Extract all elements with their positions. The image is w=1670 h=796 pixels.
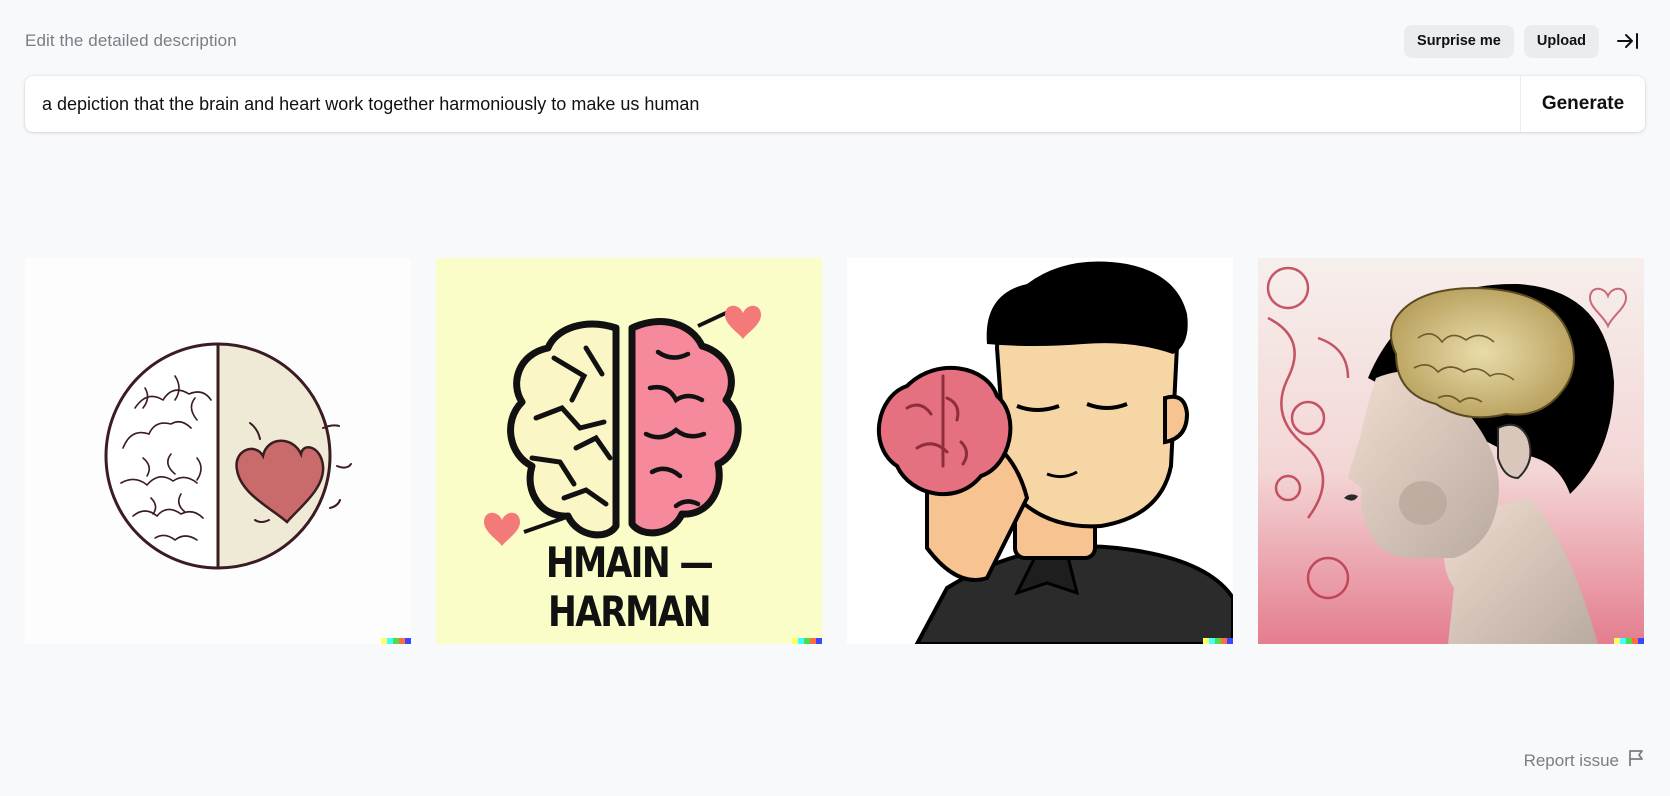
man-holding-brain-illustration xyxy=(847,258,1233,644)
prompt-bar: Generate xyxy=(25,76,1645,132)
signature-strip xyxy=(792,638,822,644)
signature-strip xyxy=(381,638,411,644)
signature-strip xyxy=(1203,638,1233,644)
prompt-input[interactable] xyxy=(25,76,1520,132)
woman-golden-brain-illustration xyxy=(1258,258,1644,644)
result-image-1[interactable] xyxy=(25,258,411,644)
result-image-3[interactable] xyxy=(847,258,1233,644)
poster-caption: HMAIN — HARMAN xyxy=(545,538,714,636)
flag-icon xyxy=(1627,749,1645,772)
page-title: Edit the detailed description xyxy=(25,31,237,50)
signature-strip xyxy=(1614,638,1644,644)
brain-heart-circle-illustration xyxy=(25,258,411,644)
report-issue-link[interactable]: Report issue xyxy=(1524,749,1645,772)
result-image-2[interactable]: HMAIN — HARMAN xyxy=(436,258,822,644)
upload-button[interactable]: Upload xyxy=(1523,24,1599,58)
results-grid: HMAIN — HARMAN xyxy=(25,258,1645,644)
generate-button[interactable]: Generate xyxy=(1520,76,1645,132)
header-actions: Surprise me Upload xyxy=(1404,24,1645,58)
top-bar: Edit the detailed description Surprise m… xyxy=(25,24,1645,58)
surprise-me-button[interactable]: Surprise me xyxy=(1404,24,1514,58)
collapse-panel-icon[interactable] xyxy=(1611,24,1645,58)
result-image-4[interactable] xyxy=(1258,258,1644,644)
report-issue-label: Report issue xyxy=(1523,750,1619,770)
